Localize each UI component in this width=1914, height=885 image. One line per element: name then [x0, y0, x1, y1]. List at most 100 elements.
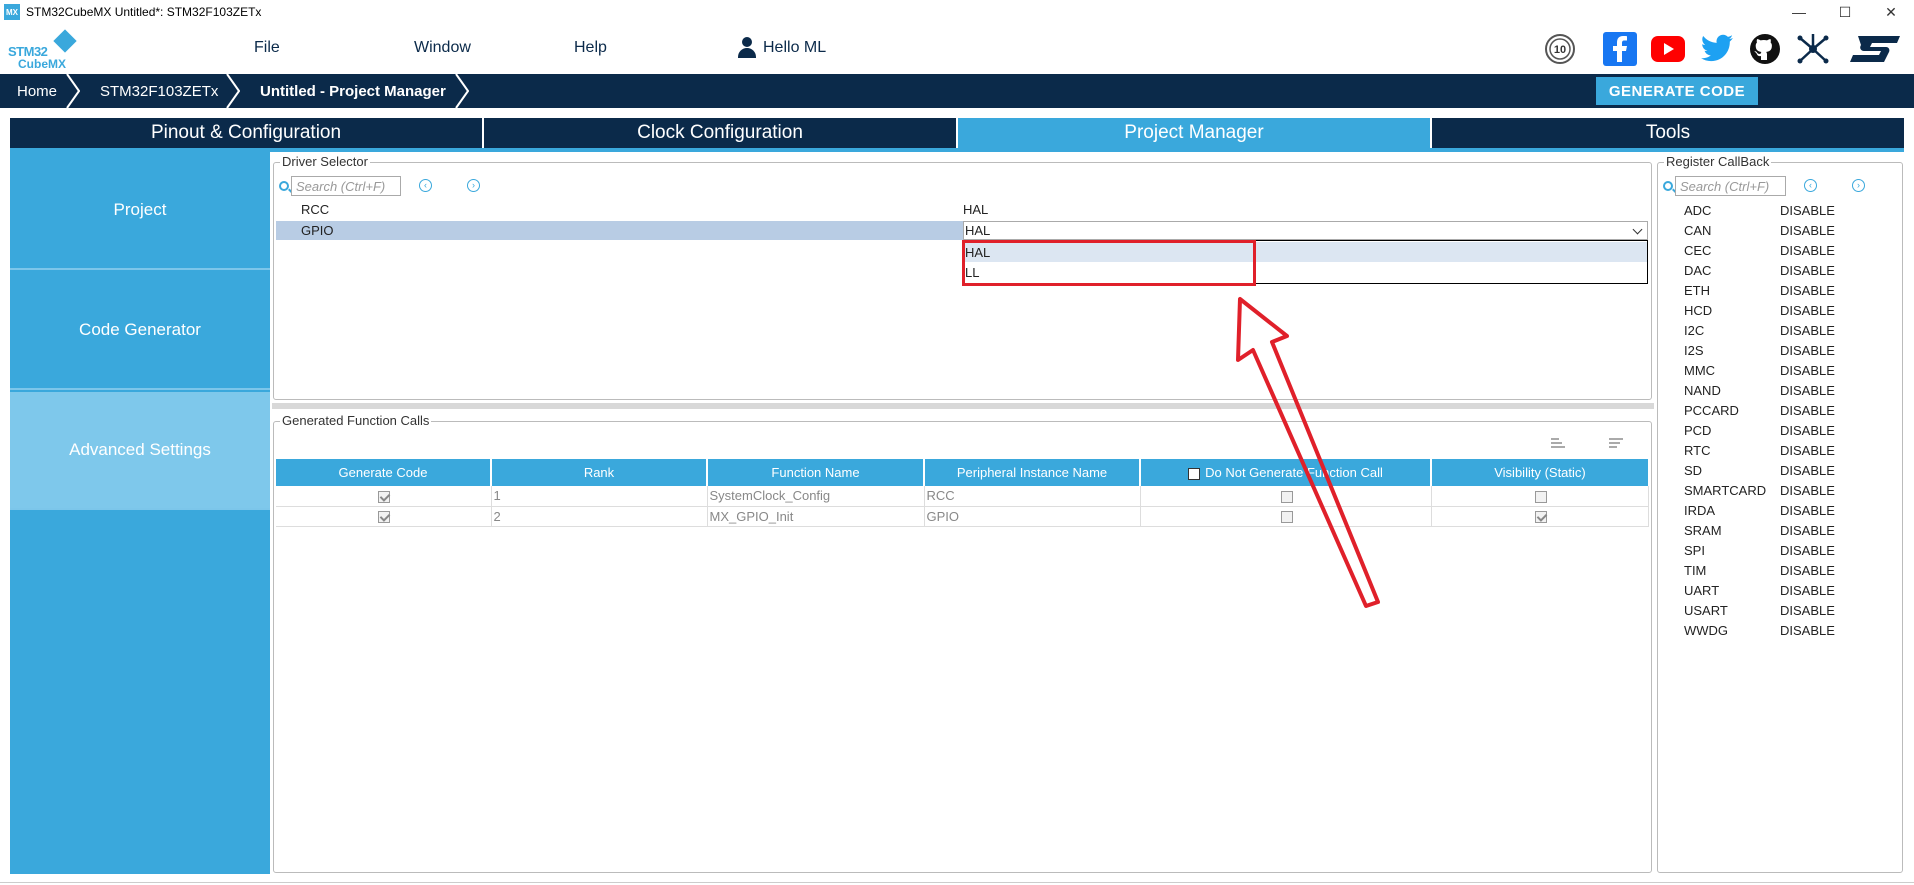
callback-row-nand[interactable]: NAND DISABLE: [1684, 380, 1884, 400]
st-logo-icon[interactable]: [1846, 32, 1902, 66]
generate-code-button[interactable]: GENERATE CODE: [1596, 77, 1758, 105]
callback-row-pcd[interactable]: PCD DISABLE: [1684, 420, 1884, 440]
callback-value[interactable]: DISABLE: [1780, 363, 1835, 378]
callback-row-uart[interactable]: UART DISABLE: [1684, 580, 1884, 600]
menu-file[interactable]: File: [254, 39, 280, 57]
visibility-checkbox[interactable]: [1534, 511, 1547, 524]
table-row[interactable]: 2 MX_GPIO_Init GPIO: [276, 506, 1649, 527]
callback-value[interactable]: DISABLE: [1780, 463, 1835, 478]
callback-row-i2c[interactable]: I2C DISABLE: [1684, 320, 1884, 340]
callback-row-spi[interactable]: SPI DISABLE: [1684, 540, 1884, 560]
sidebar-item-code-generator[interactable]: Code Generator: [10, 272, 270, 390]
callback-row-cec[interactable]: CEC DISABLE: [1684, 240, 1884, 260]
breadcrumb-mcu[interactable]: STM32F103ZETx: [100, 74, 218, 108]
callback-row-adc[interactable]: ADC DISABLE: [1684, 200, 1884, 220]
breadcrumb: Home STM32F103ZETx Untitled - Project Ma…: [0, 74, 1914, 108]
callback-name: SD: [1684, 462, 1703, 478]
callback-row-wwdg[interactable]: WWDG DISABLE: [1684, 620, 1884, 640]
callback-row-sram[interactable]: SRAM DISABLE: [1684, 520, 1884, 540]
sidebar-item-advanced-settings[interactable]: Advanced Settings: [10, 392, 270, 510]
driver-row-rcc[interactable]: RCC HAL: [276, 200, 1648, 219]
col-peripheral-instance[interactable]: Peripheral Instance Name: [924, 459, 1141, 486]
visibility-checkbox[interactable]: [1534, 490, 1547, 503]
callback-value[interactable]: DISABLE: [1780, 323, 1835, 338]
search-prev-icon[interactable]: ‹: [1804, 179, 1817, 192]
callback-value[interactable]: DISABLE: [1780, 203, 1835, 218]
callback-row-mmc[interactable]: MMC DISABLE: [1684, 360, 1884, 380]
move-down-icon[interactable]: [1609, 438, 1623, 450]
col-rank[interactable]: Rank: [491, 459, 708, 486]
youtube-icon[interactable]: [1651, 32, 1685, 66]
tab-tools[interactable]: Tools: [1432, 118, 1904, 148]
close-icon[interactable]: ✕: [1868, 0, 1914, 24]
tab-clock-configuration[interactable]: Clock Configuration: [484, 118, 956, 148]
table-row[interactable]: 1 SystemClock_Config RCC: [276, 486, 1649, 507]
tab-pinout-configuration[interactable]: Pinout & Configuration: [10, 118, 482, 148]
callback-value[interactable]: DISABLE: [1780, 423, 1835, 438]
generate-code-checkbox[interactable]: [378, 511, 391, 524]
col-function-name[interactable]: Function Name: [707, 459, 925, 486]
callback-value[interactable]: DISABLE: [1780, 563, 1835, 578]
callback-row-pccard[interactable]: PCCARD DISABLE: [1684, 400, 1884, 420]
callback-row-smartcard[interactable]: SMARTCARD DISABLE: [1684, 480, 1884, 500]
callback-row-can[interactable]: CAN DISABLE: [1684, 220, 1884, 240]
callback-value[interactable]: DISABLE: [1780, 543, 1835, 558]
panel-splitter[interactable]: [272, 403, 1654, 409]
search-prev-icon[interactable]: ‹: [419, 179, 432, 192]
callback-value[interactable]: DISABLE: [1780, 283, 1835, 298]
callback-value[interactable]: DISABLE: [1780, 483, 1835, 498]
callback-value[interactable]: DISABLE: [1780, 343, 1835, 358]
callback-row-eth[interactable]: ETH DISABLE: [1684, 280, 1884, 300]
callback-row-i2s[interactable]: I2S DISABLE: [1684, 340, 1884, 360]
callback-search-input[interactable]: Search (Ctrl+F): [1675, 176, 1786, 196]
move-up-icon[interactable]: [1551, 438, 1565, 450]
breadcrumb-home[interactable]: Home: [17, 74, 57, 108]
col-generate-code[interactable]: Generate Code: [276, 459, 492, 486]
callback-value[interactable]: DISABLE: [1780, 623, 1835, 638]
callback-value[interactable]: DISABLE: [1780, 263, 1835, 278]
col-visibility[interactable]: Visibility (Static): [1431, 459, 1648, 486]
user-account[interactable]: Hello ML: [737, 37, 826, 59]
maximize-icon[interactable]: ☐: [1822, 0, 1868, 24]
facebook-icon[interactable]: [1603, 32, 1637, 66]
callback-value[interactable]: DISABLE: [1780, 523, 1835, 538]
tab-project-manager[interactable]: Project Manager: [958, 118, 1430, 148]
callback-row-sd[interactable]: SD DISABLE: [1684, 460, 1884, 480]
search-next-icon[interactable]: ›: [467, 179, 480, 192]
callback-value[interactable]: DISABLE: [1780, 503, 1835, 518]
callback-value[interactable]: DISABLE: [1780, 583, 1835, 598]
do-not-generate-checkbox[interactable]: [1280, 511, 1293, 524]
menu-help[interactable]: Help: [574, 39, 607, 57]
callback-row-usart[interactable]: USART DISABLE: [1684, 600, 1884, 620]
anniversary-10-icon[interactable]: 10: [1543, 32, 1577, 66]
callback-value[interactable]: DISABLE: [1780, 223, 1835, 238]
callback-row-rtc[interactable]: RTC DISABLE: [1684, 440, 1884, 460]
callback-value[interactable]: DISABLE: [1780, 603, 1835, 618]
col-do-not-generate[interactable]: Do Not Generate Function Call: [1140, 459, 1432, 486]
driver-search-input[interactable]: Search (Ctrl+F): [291, 176, 401, 196]
search-next-icon[interactable]: ›: [1852, 179, 1865, 192]
do-not-generate-checkbox[interactable]: [1280, 490, 1293, 503]
sidebar-item-project[interactable]: Project: [10, 152, 270, 270]
callback-row-irda[interactable]: IRDA DISABLE: [1684, 500, 1884, 520]
generate-code-checkbox[interactable]: [378, 490, 391, 503]
breadcrumb-current[interactable]: Untitled - Project Manager: [260, 74, 446, 108]
callback-row-dac[interactable]: DAC DISABLE: [1684, 260, 1884, 280]
driver-row-gpio[interactable]: GPIO: [276, 221, 963, 240]
callback-name: NAND: [1684, 382, 1721, 398]
callback-value[interactable]: DISABLE: [1780, 443, 1835, 458]
callback-value[interactable]: DISABLE: [1780, 403, 1835, 418]
twitter-icon[interactable]: [1700, 32, 1734, 66]
do-not-generate-all-checkbox[interactable]: [1188, 467, 1201, 480]
callback-value[interactable]: DISABLE: [1780, 303, 1835, 318]
callback-value[interactable]: DISABLE: [1780, 383, 1835, 398]
minimize-icon[interactable]: —: [1776, 0, 1822, 24]
callback-row-tim[interactable]: TIM DISABLE: [1684, 560, 1884, 580]
gpio-driver-select[interactable]: HAL: [963, 221, 1648, 240]
menu-window[interactable]: Window: [414, 39, 471, 57]
callback-row-hcd[interactable]: HCD DISABLE: [1684, 300, 1884, 320]
github-icon[interactable]: [1748, 32, 1782, 66]
network-icon[interactable]: [1796, 32, 1830, 66]
chevron-down-icon: [1632, 224, 1643, 235]
callback-value[interactable]: DISABLE: [1780, 243, 1835, 258]
